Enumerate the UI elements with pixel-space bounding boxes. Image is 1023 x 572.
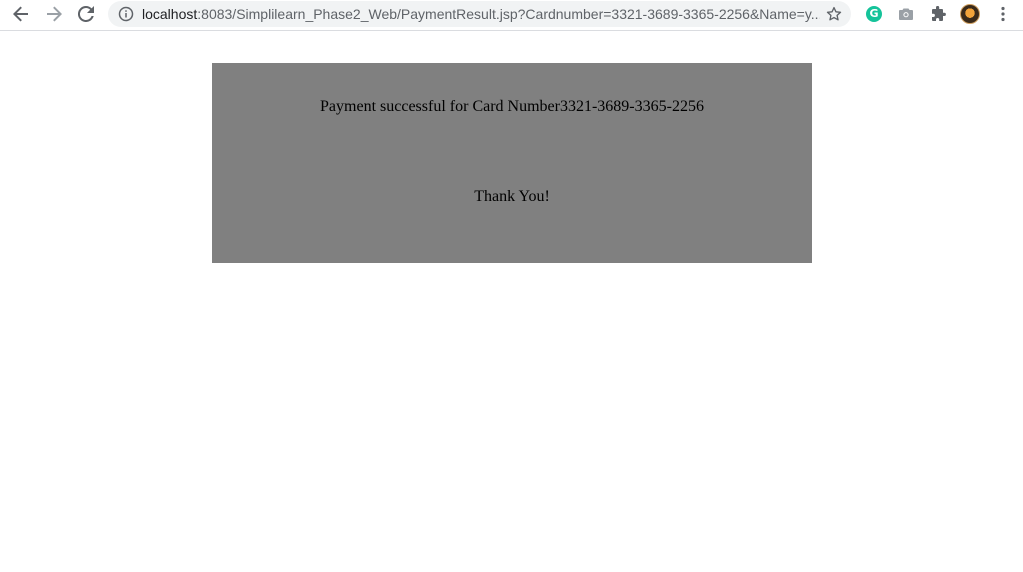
url-path: :8083/Simplilearn_Phase2_Web/PaymentResu… (197, 6, 820, 22)
camera-icon (899, 8, 913, 20)
back-button[interactable] (8, 2, 34, 26)
grammarly-extension-button[interactable]: G (863, 3, 885, 25)
screenshot-extension-button[interactable] (895, 3, 917, 25)
payment-success-message: Payment successful for Card Number3321-3… (212, 98, 812, 116)
payment-message-prefix: Payment successful for Card Number (320, 98, 560, 115)
reload-button[interactable] (73, 2, 99, 26)
star-icon[interactable] (825, 5, 843, 23)
extensions-button[interactable] (927, 3, 949, 25)
back-arrow-icon (13, 6, 28, 22)
forward-button[interactable] (41, 2, 67, 26)
more-vert-icon (1001, 6, 1005, 22)
thank-you-message: Thank You! (474, 188, 550, 205)
url-text[interactable]: localhost:8083/Simplilearn_Phase2_Web/Pa… (142, 1, 820, 27)
grammarly-icon: G (866, 6, 882, 22)
address-bar[interactable]: localhost:8083/Simplilearn_Phase2_Web/Pa… (108, 1, 851, 27)
puzzle-icon (932, 6, 946, 21)
url-host: localhost (142, 6, 198, 22)
avatar (960, 4, 980, 24)
forward-arrow-icon (47, 6, 62, 22)
payment-result-panel: Payment successful for Card Number3321-3… (212, 63, 812, 263)
browser-toolbar: localhost:8083/Simplilearn_Phase2_Web/Pa… (0, 0, 1023, 31)
profile-button[interactable] (959, 3, 981, 25)
info-icon[interactable] (118, 6, 134, 22)
reload-icon (78, 6, 94, 22)
card-number: 3321-3689-3365-2256 (559, 98, 704, 115)
browser-menu-button[interactable] (992, 3, 1014, 25)
